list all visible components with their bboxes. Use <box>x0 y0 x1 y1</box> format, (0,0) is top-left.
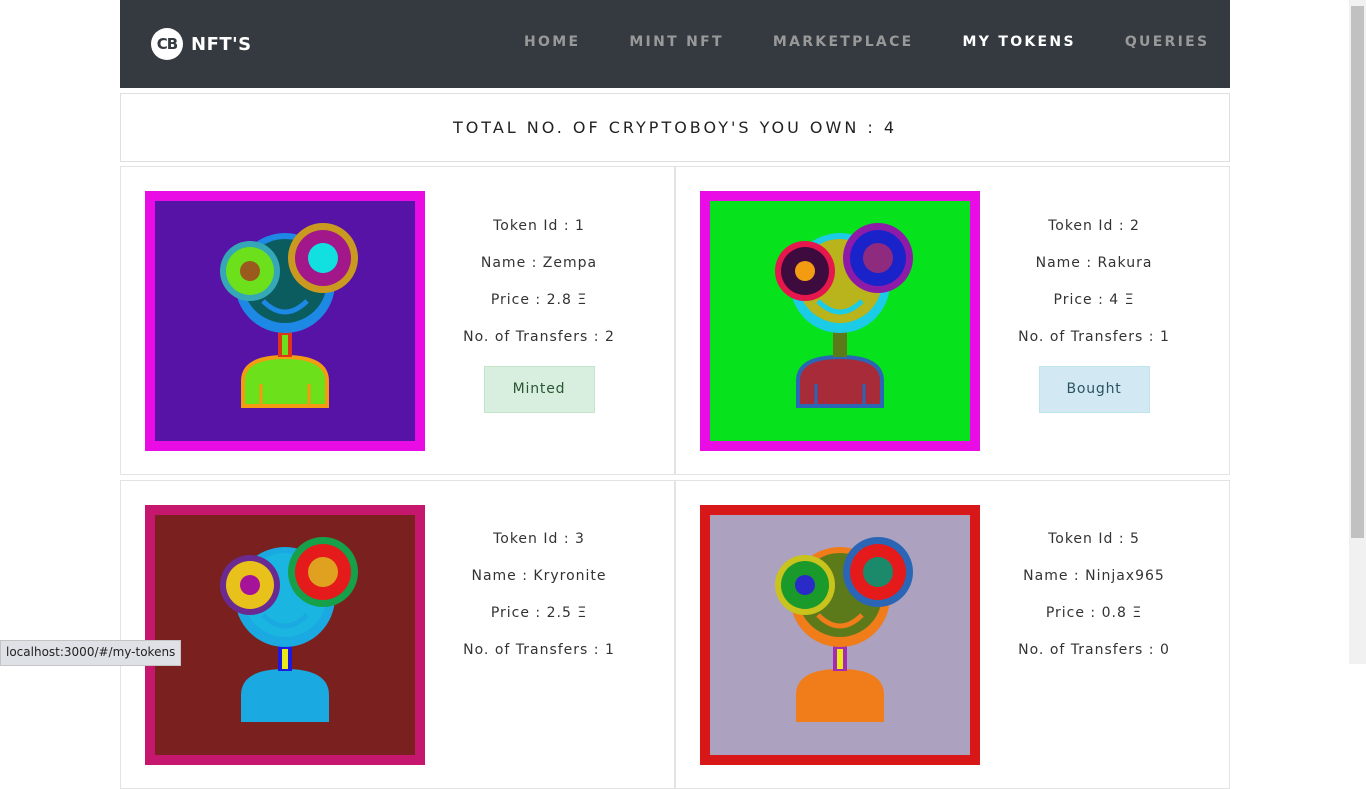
token-transfers: No. of Transfers : 1 <box>1018 329 1170 345</box>
token-name: Name : Ninjax965 <box>1023 568 1165 584</box>
token-transfers: No. of Transfers : 2 <box>463 329 615 345</box>
token-id: Token Id : 3 <box>493 531 585 547</box>
token-card: Token Id : 3 Name : Kryronite Price : 2.… <box>120 480 675 789</box>
nav-my-tokens[interactable]: MY TOKENS <box>963 34 1076 50</box>
body-shape <box>241 668 329 722</box>
status-badge-minted: Minted <box>483 366 595 413</box>
page-scrollbar[interactable] <box>1349 0 1366 664</box>
total-owned-text: TOTAL NO. OF CRYPTOBOY'S YOU OWN : 4 <box>452 118 898 137</box>
token-id: Token Id : 2 <box>1048 218 1140 234</box>
token-card: Token Id : 1 Name : Zempa Price : 2.8 Ξ … <box>120 166 675 475</box>
neck-inner <box>282 649 288 669</box>
token-price: Price : 2.5 Ξ <box>490 605 588 621</box>
token-name: Name : Kryronite <box>471 568 607 584</box>
brand[interactable]: CB NFT'S <box>151 28 252 60</box>
token-transfers: No. of Transfers : 1 <box>463 642 615 658</box>
nft-background <box>710 201 970 441</box>
left-pupil <box>795 575 815 595</box>
top-navbar: CB NFT'S HOME MINT NFT MARKETPLACE MY TO… <box>120 0 1230 88</box>
neck-inner <box>837 649 843 669</box>
brand-name: NFT'S <box>191 33 252 55</box>
nav-links: HOME MINT NFT MARKETPLACE MY TOKENS QUER… <box>524 34 1258 50</box>
cryptoboy-art <box>220 537 358 722</box>
link-status-tooltip: localhost:3000/#/my-tokens <box>0 640 182 666</box>
nav-marketplace[interactable]: MARKETPLACE <box>773 34 914 50</box>
nft-image <box>145 505 425 765</box>
cryptoboy-art <box>775 223 913 408</box>
token-id: Token Id : 5 <box>1048 531 1140 547</box>
left-pupil <box>240 575 260 595</box>
token-price: Price : 2.8 Ξ <box>490 292 588 308</box>
token-price: Price : 4 Ξ <box>1053 292 1135 308</box>
token-id: Token Id : 1 <box>493 218 585 234</box>
token-name: Name : Rakura <box>1035 255 1153 271</box>
nft-background <box>710 515 970 755</box>
nav-queries[interactable]: QUERIES <box>1125 34 1210 50</box>
token-card: Token Id : 5 Name : Ninjax965 Price : 0.… <box>675 480 1230 789</box>
right-pupil <box>863 243 893 273</box>
cryptoboy-art <box>220 223 358 408</box>
neck-inner <box>837 335 843 355</box>
token-name: Name : Zempa <box>480 255 598 271</box>
nft-image <box>145 191 425 451</box>
left-pupil <box>795 261 815 281</box>
nft-image <box>700 191 980 451</box>
neck-inner <box>282 335 288 355</box>
left-pupil <box>240 261 260 281</box>
total-owned-card: TOTAL NO. OF CRYPTOBOY'S YOU OWN : 4 <box>120 93 1230 162</box>
nft-image <box>700 505 980 765</box>
right-pupil <box>863 557 893 587</box>
brand-logo: CB <box>151 28 183 60</box>
token-card: Token Id : 2 Name : Rakura Price : 4 Ξ N… <box>675 166 1230 475</box>
nav-home[interactable]: HOME <box>524 34 580 50</box>
nft-background <box>155 515 415 755</box>
scrollbar-thumb[interactable] <box>1351 6 1364 538</box>
body-shape <box>241 354 329 408</box>
token-transfers: No. of Transfers : 0 <box>1018 642 1170 658</box>
right-pupil <box>308 243 338 273</box>
body-shape <box>796 354 884 408</box>
token-price: Price : 0.8 Ξ <box>1045 605 1143 621</box>
nav-mint-nft[interactable]: MINT NFT <box>629 34 724 50</box>
status-badge-bought: Bought <box>1038 366 1150 413</box>
nft-background <box>155 201 415 441</box>
body-shape <box>796 668 884 722</box>
cryptoboy-art <box>775 537 913 722</box>
right-pupil <box>308 557 338 587</box>
